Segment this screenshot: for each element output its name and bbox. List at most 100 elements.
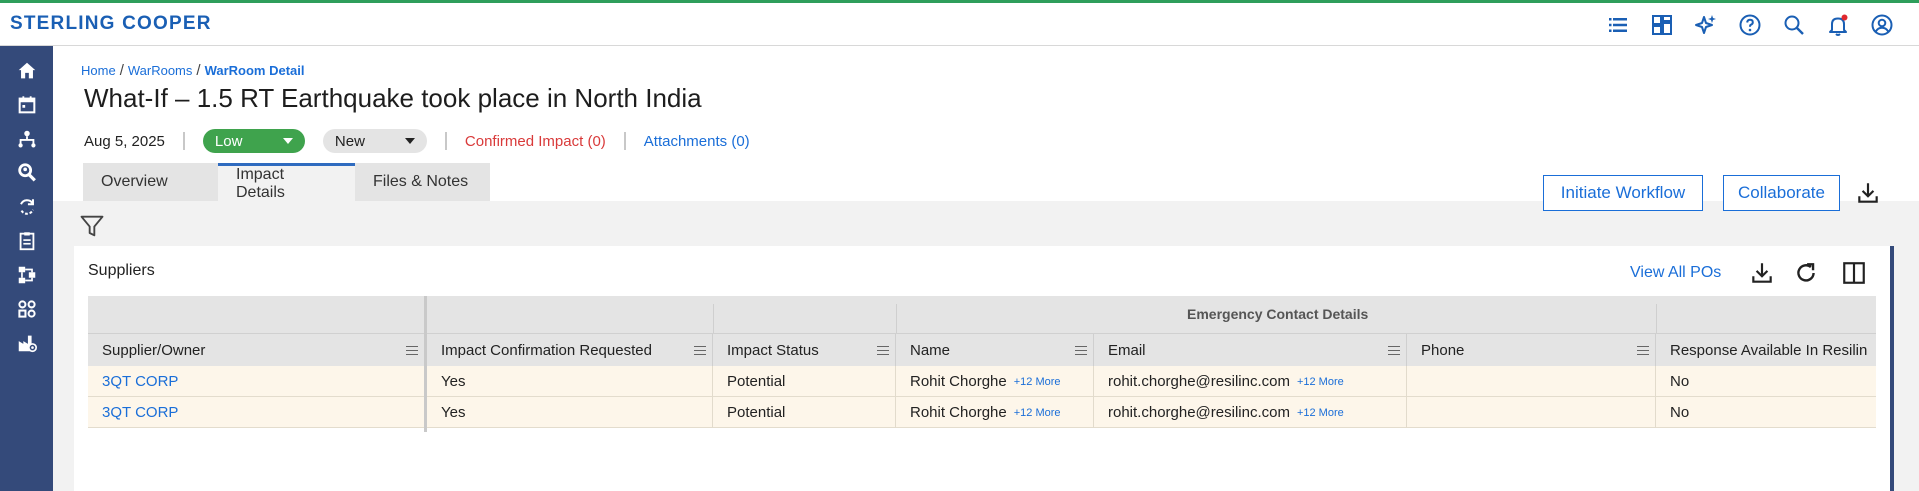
supplier-link[interactable]: 3QT CORP [88,397,425,428]
contact-email: rohit.chorghe@resilinc.com [1108,404,1290,421]
table-row[interactable]: 3QT CORP Yes Potential Rohit Chorghe +12 … [88,397,1876,428]
supplier-link[interactable]: 3QT CORP [88,366,425,397]
response-cell: No [1670,404,1690,421]
calendar-icon[interactable] [14,92,39,117]
breadcrumb-home[interactable]: Home [81,63,116,78]
grid-icon[interactable] [14,296,39,321]
sync-icon[interactable] [14,194,39,219]
confirmed-impact-link[interactable]: Confirmed Impact (0) [465,133,606,150]
tab-bar: Overview Impact Details Files & Notes [83,163,490,201]
sidebar [0,46,53,491]
column-label: Supplier/Owner [102,342,206,359]
suppliers-title: Suppliers [88,262,155,279]
column-label: Email [1108,342,1146,359]
phone-cell [1407,397,1656,428]
column-header-response[interactable]: Response Available In Resilin [1656,334,1876,367]
more-names-link[interactable]: +12 More [1014,376,1061,388]
status-cell: Potential [713,366,896,397]
column-label: Impact Status [727,342,819,359]
divider [623,132,626,150]
breadcrumb-current: WarRoom Detail [204,63,305,78]
collaborate-button[interactable]: Collaborate [1723,175,1840,211]
tab-impact-details[interactable]: Impact Details [218,163,355,201]
contact-email: rohit.chorghe@resilinc.com [1108,373,1290,390]
clipboard-icon[interactable] [14,228,39,253]
divider [182,132,185,150]
column-menu-icon[interactable] [406,346,418,355]
view-all-pos-link[interactable]: View All POs [1630,264,1721,282]
bell-icon[interactable] [1825,12,1851,38]
name-cell: Rohit Chorghe +12 More [896,366,1094,397]
column-label: Impact Confirmation Requested [441,342,652,359]
suppliers-table: Emergency Contact Details Supplier/Owner… [88,296,1876,432]
phone-cell [1407,366,1656,397]
refresh-icon[interactable] [1793,260,1819,286]
column-label: Phone [1421,342,1465,359]
divider [896,304,897,333]
list-icon[interactable] [1605,12,1631,38]
severity-label: Low [214,132,243,150]
confirmation-cell: Yes [427,366,713,397]
breadcrumb-separator: / [119,62,124,79]
page-title: What-If – 1.5 RT Earthquake took place i… [84,83,702,113]
breadcrumb: Home / WarRooms / WarRoom Detail [81,62,304,79]
column-label: Name [910,342,951,359]
download-icon[interactable] [1749,260,1775,286]
scrollbar[interactable] [1890,246,1894,491]
tab-overview[interactable]: Overview [83,163,218,201]
contact-name: Rohit Chorghe [910,373,1007,390]
column-menu-icon[interactable] [1637,346,1649,355]
meta-row: Aug 5, 2025 Low New Confirmed Impact (0)… [84,129,750,153]
name-cell: Rohit Chorghe +12 More [896,397,1094,428]
contact-name: Rohit Chorghe [910,404,1007,421]
column-header-confirmation[interactable]: Impact Confirmation Requested [427,334,713,367]
more-emails-link[interactable]: +12 More [1297,407,1344,419]
table-row[interactable]: 3QT CORP Yes Potential Rohit Chorghe +12 … [88,366,1876,397]
status-label: New [334,132,365,150]
column-header-name[interactable]: Name [896,334,1094,367]
download-icon[interactable] [1855,180,1881,206]
status-dropdown[interactable]: New [322,129,427,153]
column-header-email[interactable]: Email [1094,334,1407,367]
column-menu-icon[interactable] [877,346,889,355]
event-date: Aug 5, 2025 [84,132,165,150]
divider [1656,304,1657,333]
search-people-icon[interactable] [14,160,39,185]
more-names-link[interactable]: +12 More [1014,407,1061,419]
email-cell: rohit.chorghe@resilinc.com +12 More [1094,397,1407,428]
more-emails-link[interactable]: +12 More [1297,376,1344,388]
dashboard-icon[interactable] [1649,12,1675,38]
user-icon[interactable] [1869,12,1895,38]
column-header-status[interactable]: Impact Status [713,334,896,367]
column-menu-icon[interactable] [694,346,706,355]
pinned-column-divider[interactable] [424,296,427,432]
hierarchy-icon[interactable] [14,126,39,151]
columns-icon[interactable] [1841,260,1867,286]
severity-dropdown[interactable]: Low [202,129,305,153]
column-label: Response Available In Resilin [1670,342,1868,359]
workflow-icon[interactable] [14,262,39,287]
column-header-phone[interactable]: Phone [1407,334,1656,367]
filter-icon[interactable] [78,212,106,240]
factory-icon[interactable] [14,330,39,355]
email-cell: rohit.chorghe@resilinc.com +12 More [1094,366,1407,397]
status-cell: Potential [713,397,896,428]
chevron-down-icon [282,138,293,144]
column-menu-icon[interactable] [1075,346,1087,355]
brand-logo[interactable]: STERLING COOPER [10,13,212,35]
header-group-row: Emergency Contact Details [88,296,1876,333]
column-menu-icon[interactable] [1388,346,1400,355]
initiate-workflow-button[interactable]: Initiate Workflow [1543,175,1703,211]
tab-files-notes[interactable]: Files & Notes [355,163,490,201]
chevron-down-icon [404,138,415,144]
help-icon[interactable] [1737,12,1763,38]
search-icon[interactable] [1781,12,1807,38]
top-icons [1605,12,1895,38]
top-bar: STERLING COOPER [0,0,1919,46]
column-header-supplier[interactable]: Supplier/Owner [88,334,425,367]
attachments-link[interactable]: Attachments (0) [644,133,750,150]
home-icon[interactable] [14,58,39,83]
breadcrumb-warrooms[interactable]: WarRooms [128,63,193,78]
group-header-emergency-contact: Emergency Contact Details [1187,306,1369,322]
ai-sparkle-icon[interactable] [1693,12,1719,38]
